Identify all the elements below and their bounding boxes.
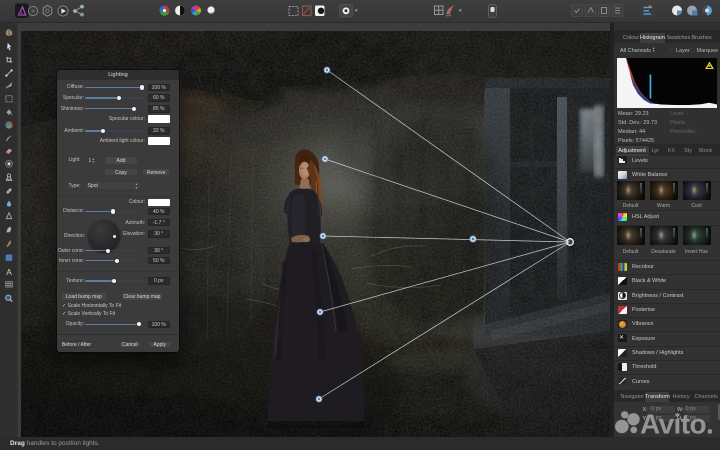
- svg-text:A: A: [6, 267, 12, 277]
- svg-text:Avito.: Avito.: [640, 409, 713, 440]
